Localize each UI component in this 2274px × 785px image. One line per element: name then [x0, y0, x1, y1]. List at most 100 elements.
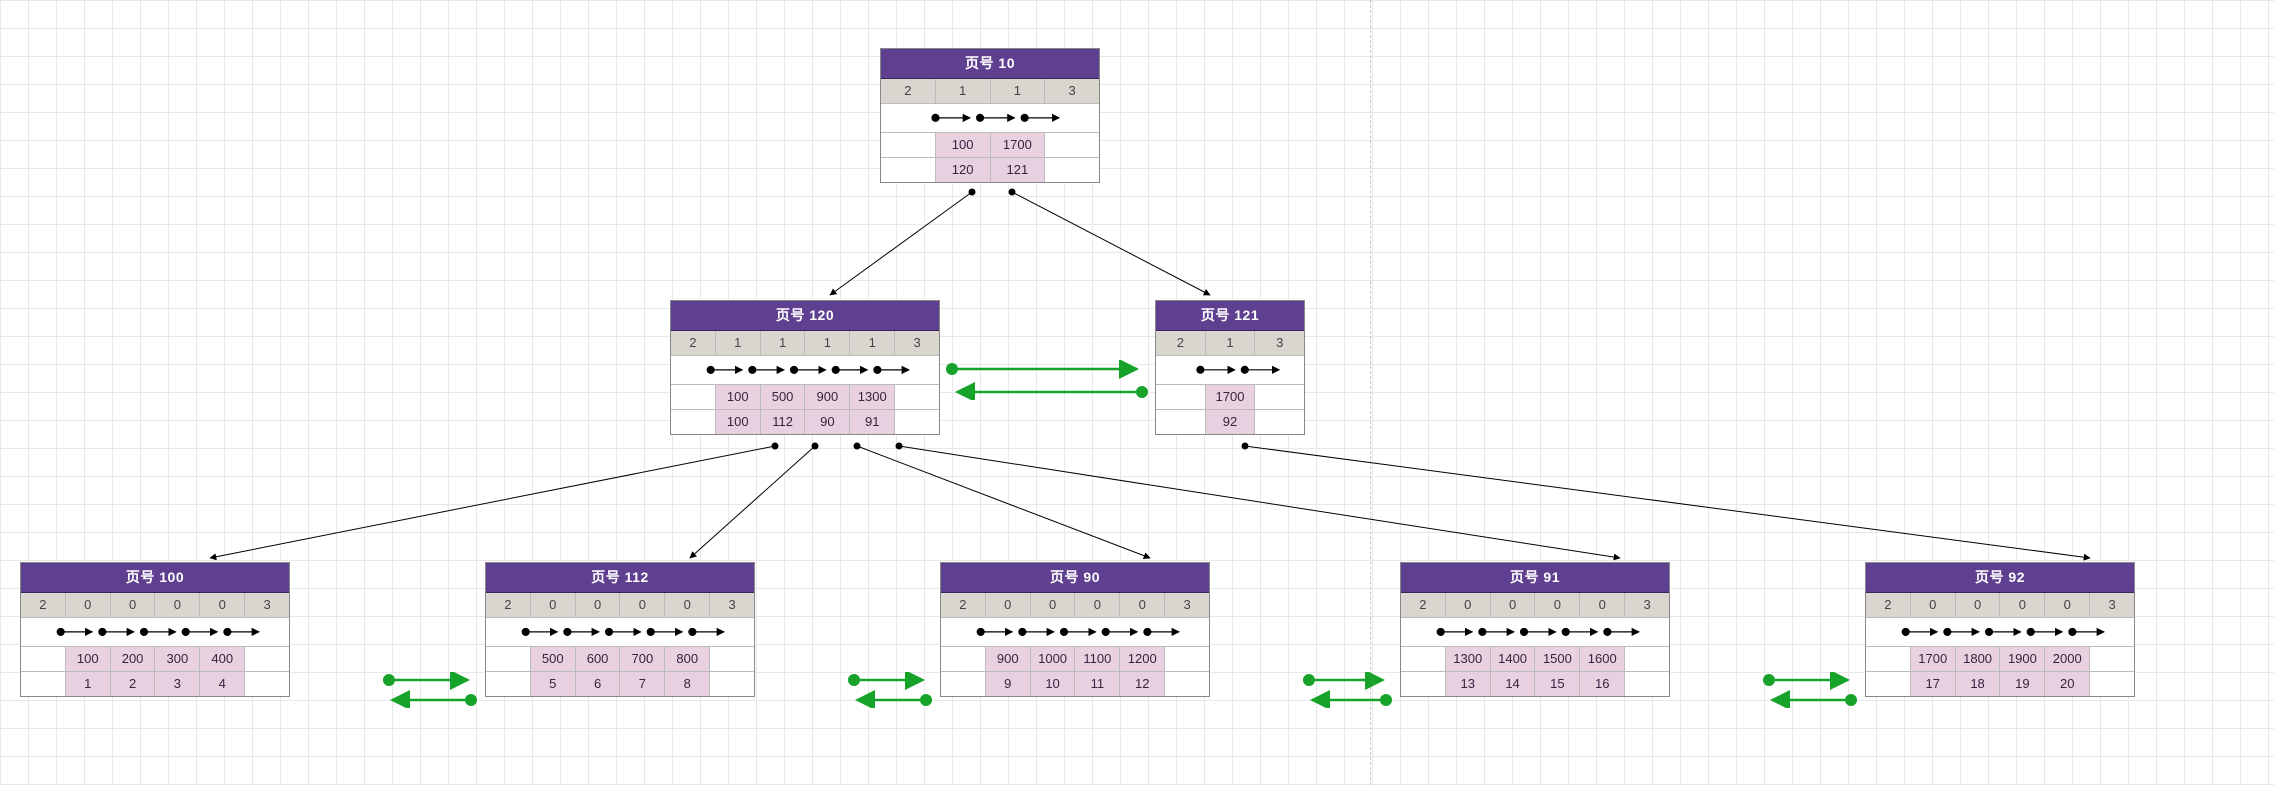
node-title: 页号 121 — [1156, 301, 1304, 331]
spec-cell: 0 — [1120, 593, 1165, 618]
node-leaf-3[interactable]: 页号 91 2 0 0 0 0 3 1300 1400 1500 1600 13… — [1400, 562, 1670, 697]
key-cell: 100 — [716, 385, 761, 410]
val-cell — [2090, 672, 2134, 696]
ptr-cell: 92 — [1206, 410, 1256, 434]
key-cell — [1255, 385, 1304, 410]
key-cell — [1625, 647, 1669, 672]
node-mid-left[interactable]: 页号 120 2 1 1 1 1 3 100 500 900 1300 100 … — [670, 300, 940, 435]
spec-cell: 0 — [1031, 593, 1076, 618]
val-cell — [941, 672, 986, 696]
spec-cell: 2 — [881, 79, 936, 104]
canvas-center-divider — [1370, 0, 1371, 785]
val-cell: 4 — [200, 672, 245, 696]
spec-cell: 0 — [2000, 593, 2045, 618]
ptr-cell — [1255, 410, 1304, 434]
spec-cell: 3 — [2090, 593, 2134, 618]
ptr-cell: 90 — [805, 410, 850, 434]
key-cell: 600 — [576, 647, 621, 672]
key-cell: 500 — [761, 385, 806, 410]
key-cell: 500 — [531, 647, 576, 672]
spec-cell: 3 — [245, 593, 289, 618]
key-cell: 100 — [66, 647, 111, 672]
keys-row: 1700 — [1156, 385, 1304, 410]
spec-cell: 2 — [1156, 331, 1206, 356]
sibling-link — [1760, 672, 1860, 708]
key-cell: 300 — [155, 647, 200, 672]
vals-row: 17 18 19 20 — [1866, 672, 2134, 696]
node-title: 页号 120 — [671, 301, 939, 331]
links-row — [486, 618, 754, 647]
key-cell — [895, 385, 939, 410]
node-leaf-2[interactable]: 页号 90 2 0 0 0 0 3 900 1000 1100 1200 9 1… — [940, 562, 1210, 697]
spec-cell: 0 — [1535, 593, 1580, 618]
key-cell: 1900 — [2000, 647, 2045, 672]
key-cell: 900 — [805, 385, 850, 410]
spec-cell: 0 — [1956, 593, 2001, 618]
spec-cell: 0 — [66, 593, 111, 618]
spec-cell: 0 — [200, 593, 245, 618]
spec-row: 2 0 0 0 0 3 — [1866, 593, 2134, 618]
key-cell — [21, 647, 66, 672]
spec-cell: 3 — [1045, 79, 1099, 104]
spec-cell: 2 — [21, 593, 66, 618]
val-cell: 8 — [665, 672, 710, 696]
spec-cell: 0 — [1446, 593, 1491, 618]
val-cell: 17 — [1911, 672, 1956, 696]
spec-cell: 1 — [761, 331, 806, 356]
ptrs-row: 100 112 90 91 — [671, 410, 939, 434]
spec-cell: 0 — [986, 593, 1031, 618]
val-cell — [710, 672, 754, 696]
key-cell — [1045, 133, 1099, 158]
val-cell: 6 — [576, 672, 621, 696]
keys-row: 1300 1400 1500 1600 — [1401, 647, 1669, 672]
ptr-cell: 91 — [850, 410, 895, 434]
spec-cell: 2 — [941, 593, 986, 618]
node-leaf-1[interactable]: 页号 112 2 0 0 0 0 3 500 600 700 800 5 6 7… — [485, 562, 755, 697]
vals-row: 5 6 7 8 — [486, 672, 754, 696]
keys-row: 1700 1800 1900 2000 — [1866, 647, 2134, 672]
spec-cell: 0 — [531, 593, 576, 618]
node-root[interactable]: 页号 10 2 1 1 3 100 1700 120 121 — [880, 48, 1100, 183]
spec-cell: 0 — [1580, 593, 1625, 618]
val-cell: 1 — [66, 672, 111, 696]
links-row — [1866, 618, 2134, 647]
spec-cell: 0 — [576, 593, 621, 618]
key-cell: 2000 — [2045, 647, 2090, 672]
key-cell: 1100 — [1075, 647, 1120, 672]
node-leaf-4[interactable]: 页号 92 2 0 0 0 0 3 1700 1800 1900 2000 17… — [1865, 562, 2135, 697]
key-cell — [710, 647, 754, 672]
key-cell: 1700 — [991, 133, 1046, 158]
spec-cell: 0 — [1491, 593, 1536, 618]
key-cell: 900 — [986, 647, 1031, 672]
val-cell: 16 — [1580, 672, 1625, 696]
val-cell — [1165, 672, 1209, 696]
val-cell: 13 — [1446, 672, 1491, 696]
spec-cell: 1 — [805, 331, 850, 356]
spec-cell: 0 — [1075, 593, 1120, 618]
ptr-cell: 100 — [716, 410, 761, 434]
node-mid-right[interactable]: 页号 121 2 1 3 1700 92 — [1155, 300, 1305, 435]
key-cell — [1866, 647, 1911, 672]
val-cell: 12 — [1120, 672, 1165, 696]
spec-row: 2 0 0 0 0 3 — [941, 593, 1209, 618]
key-cell — [1156, 385, 1206, 410]
key-cell: 800 — [665, 647, 710, 672]
key-cell — [1401, 647, 1446, 672]
val-cell: 11 — [1075, 672, 1120, 696]
spec-cell: 0 — [111, 593, 156, 618]
val-cell — [245, 672, 289, 696]
spec-cell: 2 — [486, 593, 531, 618]
val-cell: 18 — [1956, 672, 2001, 696]
node-title: 页号 92 — [1866, 563, 2134, 593]
key-cell — [486, 647, 531, 672]
spec-cell: 3 — [1165, 593, 1209, 618]
val-cell: 10 — [1031, 672, 1076, 696]
spec-row: 2 1 1 3 — [881, 79, 1099, 104]
spec-cell: 0 — [155, 593, 200, 618]
node-title: 页号 10 — [881, 49, 1099, 79]
node-leaf-0[interactable]: 页号 100 2 0 0 0 0 3 100 200 300 400 1 2 3… — [20, 562, 290, 697]
ptrs-row: 92 — [1156, 410, 1304, 434]
ptr-cell — [1156, 410, 1206, 434]
key-cell — [2090, 647, 2134, 672]
spec-row: 2 0 0 0 0 3 — [486, 593, 754, 618]
